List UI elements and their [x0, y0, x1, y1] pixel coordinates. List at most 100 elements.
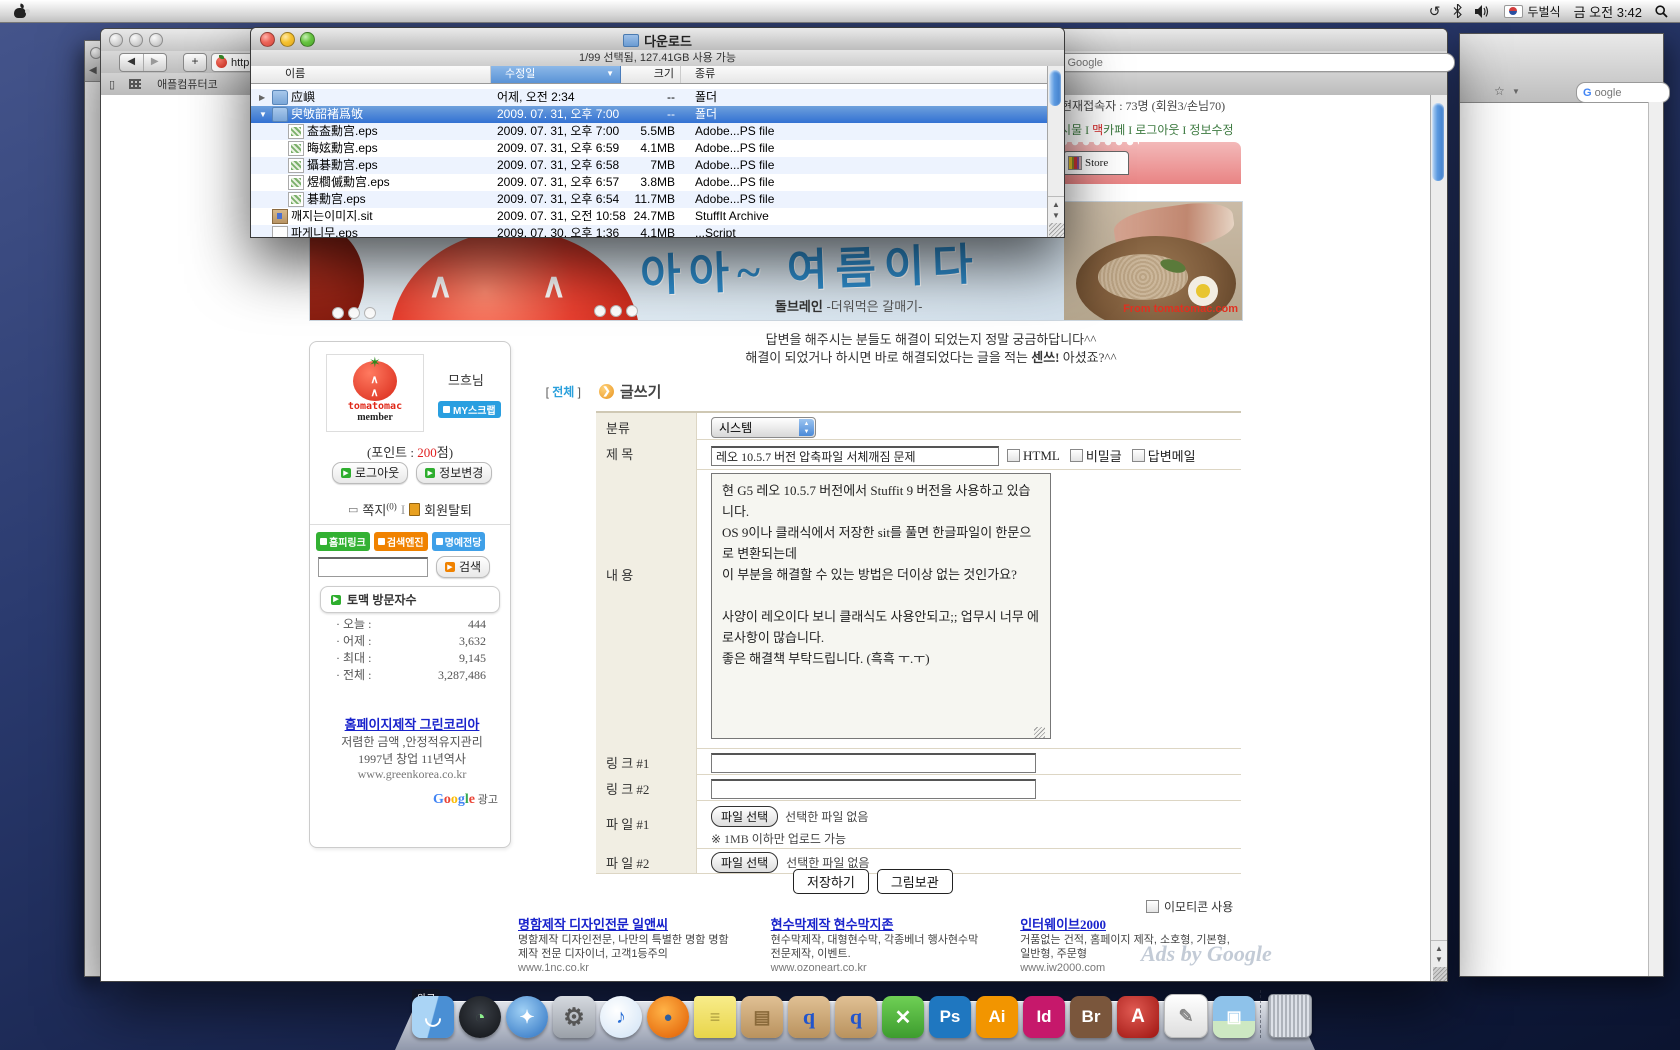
link2-input[interactable] — [711, 779, 1036, 799]
dock-icon[interactable]: ◡ — [412, 996, 454, 1038]
hall-of-fame-badge[interactable]: 명예전당 — [432, 532, 486, 551]
finder-row[interactable]: 晦妶勳宫.eps 2009. 07. 31, 오후 6:59 4.1MB Ado… — [251, 140, 1048, 157]
footer-ad-title[interactable]: 현수막제작 현수막지존 — [771, 917, 979, 933]
finder-scrollbar-thumb[interactable] — [1049, 70, 1061, 106]
back-button[interactable]: ◀ — [120, 54, 143, 71]
finder-row[interactable]: 깨지는이미지.sit 2009. 07. 31, 오전 10:58 24.7MB… — [251, 208, 1048, 225]
scrollbar-arrows[interactable]: ▲▼ — [1431, 940, 1447, 967]
dock-icon[interactable] — [1268, 994, 1312, 1038]
column-header-name[interactable]: 이름 — [251, 66, 491, 83]
chevron-down-icon[interactable]: ▼ — [1512, 87, 1520, 96]
form-checkbox[interactable]: HTML — [1007, 448, 1060, 464]
title-input[interactable] — [711, 446, 999, 466]
close-icon[interactable] — [109, 33, 123, 47]
input-method-menu[interactable]: 두벌식 — [1504, 3, 1560, 20]
link1-input[interactable] — [711, 753, 1036, 773]
pagination-dots-2[interactable] — [594, 304, 642, 321]
form-checkbox[interactable]: 답변메일 — [1132, 446, 1196, 465]
finder-scrollbar[interactable]: ▲▼ — [1047, 66, 1064, 237]
dock-icon[interactable]: Id — [1023, 996, 1065, 1038]
finder-row[interactable]: 煜櫚傶勳宫.eps 2009. 07. 31, 오후 6:57 3.8MB Ad… — [251, 174, 1048, 191]
forward-button[interactable]: ▶ — [143, 54, 167, 71]
finder-row[interactable]: 碁勳宫.eps 2009. 07. 31, 오후 6:54 11.7MB Ado… — [251, 191, 1048, 208]
content-textarea[interactable]: 현 G5 레오 10.5.7 버전에서 Stuffit 9 버전을 사용하고 있… — [711, 473, 1051, 739]
dock-icon[interactable]: q — [835, 996, 877, 1038]
safari-resize-grip[interactable] — [1433, 967, 1447, 981]
bookmark-star-icon[interactable]: ☆ — [1494, 84, 1505, 98]
search-button[interactable]: ▶검색 — [436, 556, 490, 578]
dock-icon[interactable]: q — [788, 996, 830, 1038]
sidebar-ad-title[interactable]: 홈페이지제작 그린코리아 — [324, 714, 500, 733]
google-search-field[interactable] — [1041, 53, 1455, 72]
finder-row[interactable]: ▼ 臾敂韶褚爲敂 2009. 07. 31, 오후 7:00 -- 폴더 — [251, 106, 1048, 123]
dock-icon[interactable]: ● — [647, 996, 689, 1038]
dock-icon[interactable]: Ai — [976, 996, 1018, 1038]
google-search-field-small[interactable]: G oogle — [1576, 82, 1670, 103]
background-window-right[interactable]: ☆ ▼ G oogle — [1459, 33, 1664, 977]
zoom-icon[interactable] — [149, 33, 163, 47]
homepage-link-badge[interactable]: 홈피링크 — [316, 532, 370, 551]
bookmark-item[interactable]: 애플컴퓨터코 — [157, 76, 218, 92]
store-tab[interactable]: Store — [1063, 151, 1129, 175]
dock-icon[interactable]: ✕ — [882, 996, 924, 1038]
finder-row[interactable]: 파게니무.eps 2009. 07. 30, 오후 1:36 4.1MB ...… — [251, 225, 1048, 238]
dock-icon[interactable]: ⚙ — [553, 996, 595, 1038]
nav-buttons[interactable]: ◀ ▶ — [119, 53, 167, 72]
category-select[interactable]: 시스템 ▲▼ — [711, 417, 816, 438]
column-header-kind[interactable]: 종류 — [681, 66, 1048, 83]
emoticon-checkbox-icon[interactable] — [1146, 900, 1159, 913]
textarea-resize-grip[interactable] — [1034, 727, 1045, 738]
user-nav-links[interactable]: 게시물 I 맥카페 I 로그아웃 I 정보수정 — [1049, 121, 1234, 138]
bluetooth-icon[interactable] — [1453, 4, 1462, 18]
checkbox-icon[interactable] — [1132, 449, 1145, 462]
my-scrap-badge[interactable]: MY스크랩 — [438, 400, 501, 418]
finder-titlebar[interactable]: 다운로드 — [251, 28, 1064, 51]
finder-scrollbar-arrows[interactable]: ▲▼ — [1048, 196, 1064, 223]
disclosure-triangle-icon[interactable]: ▶ — [259, 89, 269, 106]
change-info-button[interactable]: ▶정보변경 — [416, 462, 492, 484]
footer-ad-title[interactable]: 명함제작 디자인전문 일앤씨 — [518, 917, 729, 933]
dock-icon[interactable]: ▣ — [1213, 996, 1255, 1038]
logout-button[interactable]: ▶로그아웃 — [332, 462, 408, 484]
footer-ad-title[interactable]: 인터웨이브2000 — [1020, 917, 1230, 933]
dock-icon[interactable]: ≡ — [694, 996, 736, 1038]
new-tab-button[interactable]: + — [183, 53, 207, 72]
scrollbar-thumb[interactable] — [1432, 103, 1444, 181]
google-search-input[interactable] — [1065, 56, 1446, 70]
dock-icon[interactable]: ✎ — [1164, 994, 1208, 1038]
dock-icon[interactable]: Ps — [929, 996, 971, 1038]
top-sites-grid-icon[interactable] — [129, 79, 141, 89]
dock-icon[interactable]: ♪ — [600, 996, 642, 1038]
keep-image-button[interactable]: 그림보관 — [877, 869, 953, 894]
withdraw-link[interactable]: 회원탈퇴 — [424, 500, 472, 519]
category-all[interactable]: [ 전체 ] — [501, 383, 581, 401]
dock-icon[interactable]: ▤ — [741, 996, 783, 1038]
folder-proxy-icon[interactable] — [623, 34, 639, 47]
footer-ad-url[interactable]: www.ozoneart.co.kr — [771, 961, 979, 976]
finder-row[interactable]: ▶ 应嶼 어제, 오전 2:34 -- 폴더 — [251, 89, 1048, 106]
apple-menu-icon[interactable] — [14, 5, 27, 18]
checkbox-icon[interactable] — [1007, 449, 1020, 462]
sidebar-ad-url[interactable]: www.greenkorea.co.kr — [324, 767, 500, 782]
form-checkbox[interactable]: 비밀글 — [1070, 446, 1122, 465]
dock-icon[interactable]: Br — [1070, 996, 1112, 1038]
volume-icon[interactable] — [1475, 5, 1491, 18]
dock-icon[interactable]: A — [1117, 996, 1159, 1038]
member-search-input[interactable] — [318, 557, 428, 577]
column-header-date[interactable]: 수정일▼ — [491, 66, 621, 83]
dock-icon[interactable]: ✦ — [506, 996, 548, 1038]
dock-icon[interactable] — [1260, 990, 1263, 1038]
finder-resize-grip[interactable] — [1049, 223, 1064, 237]
search-engine-badge[interactable]: 검색엔진 — [374, 532, 428, 551]
scrollbar[interactable] — [1648, 102, 1663, 976]
spotlight-icon[interactable] — [1655, 5, 1668, 18]
time-machine-icon[interactable]: ↺ — [1429, 3, 1441, 20]
finder-window[interactable]: 다운로드 1/99 선택됨, 127.41GB 사용 가능 이름 수정일▼ 크기… — [250, 27, 1065, 238]
back-icon[interactable]: ◀ — [89, 65, 97, 76]
bookmarks-book-icon[interactable]: ▯ — [109, 78, 115, 91]
safari-scrollbar[interactable]: ▲▼ — [1430, 95, 1447, 981]
checkbox-icon[interactable] — [1070, 449, 1083, 462]
pagination-dots[interactable] — [332, 306, 380, 321]
disclosure-triangle-icon[interactable]: ▼ — [259, 106, 269, 123]
emoticon-option[interactable]: 이모티콘 사용 — [1146, 898, 1233, 915]
